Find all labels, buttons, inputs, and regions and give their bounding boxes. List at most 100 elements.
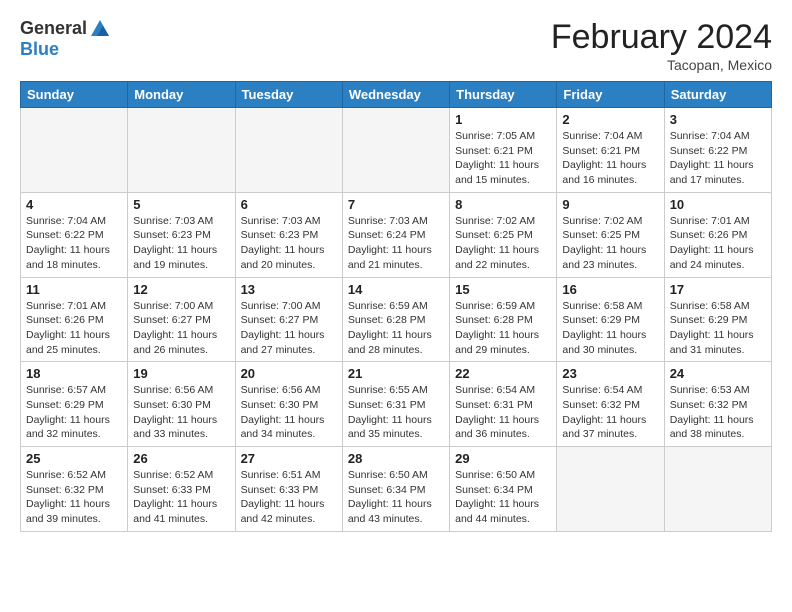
calendar-cell: 6Sunrise: 7:03 AMSunset: 6:23 PMDaylight… (235, 192, 342, 277)
calendar-cell: 19 Sunrise: 6:56 AMSunset: 6:30 PMDayligh… (128, 362, 235, 447)
day-info: Sunrise: 6:53 AMSunset: 6:32 PMDaylight:… (670, 383, 766, 442)
day-number: 22 (455, 366, 551, 381)
calendar-cell: 20 Sunrise: 6:56 AMSunset: 6:30 PMDayligh… (235, 362, 342, 447)
day-info: Sunrise: 7:00 AMSunset: 6:27 PMDaylight:… (133, 299, 229, 358)
header-saturday: Saturday (664, 82, 771, 108)
calendar-cell: 17 Sunrise: 6:58 AMSunset: 6:29 PMDayligh… (664, 277, 771, 362)
day-number: 5 (133, 197, 229, 212)
calendar-cell (342, 108, 449, 193)
calendar-cell: 10Sunrise: 7:01 AMSunset: 6:26 PMDayligh… (664, 192, 771, 277)
day-number: 11 (26, 282, 122, 297)
day-number: 3 (670, 112, 766, 127)
calendar-cell: 5 Sunrise: 7:03 AMSunset: 6:23 PMDaylight… (128, 192, 235, 277)
day-number: 14 (348, 282, 444, 297)
day-info: Sunrise: 6:50 AMSunset: 6:34 PMDaylight:… (348, 468, 444, 527)
weekday-header-row: Sunday Monday Tuesday Wednesday Thursday… (21, 82, 772, 108)
title-block: February 2024 Tacopan, Mexico (551, 18, 772, 73)
day-info: Sunrise: 6:58 AMSunset: 6:29 PMDaylight:… (562, 299, 658, 358)
day-number: 29 (455, 451, 551, 466)
calendar-cell: 1Sunrise: 7:05 AMSunset: 6:21 PMDaylight… (450, 108, 557, 193)
calendar-cell: 14 Sunrise: 6:59 AMSunset: 6:28 PMDayligh… (342, 277, 449, 362)
day-info: Sunrise: 6:57 AMSunset: 6:29 PMDaylight:… (26, 383, 122, 442)
day-number: 24 (670, 366, 766, 381)
day-number: 13 (241, 282, 337, 297)
calendar-cell: 9 Sunrise: 7:02 AMSunset: 6:25 PMDaylight… (557, 192, 664, 277)
logo-icon (89, 18, 111, 40)
day-number: 28 (348, 451, 444, 466)
day-info: Sunrise: 7:01 AMSunset: 6:26 PMDaylight:… (26, 299, 122, 358)
day-info: Sunrise: 6:55 AMSunset: 6:31 PMDaylight:… (348, 383, 444, 442)
calendar-cell: 28 Sunrise: 6:50 AMSunset: 6:34 PMDayligh… (342, 447, 449, 532)
calendar-cell: 12 Sunrise: 7:00 AMSunset: 6:27 PMDayligh… (128, 277, 235, 362)
logo-blue-text: Blue (20, 39, 59, 59)
calendar-cell: 29 Sunrise: 6:50 AMSunset: 6:34 PMDayligh… (450, 447, 557, 532)
day-info: Sunrise: 6:50 AMSunset: 6:34 PMDaylight:… (455, 468, 551, 527)
day-info: Sunrise: 6:51 AMSunset: 6:33 PMDaylight:… (241, 468, 337, 527)
week-row-3: 18 Sunrise: 6:57 AMSunset: 6:29 PMDayligh… (21, 362, 772, 447)
day-number: 2 (562, 112, 658, 127)
day-info: Sunrise: 7:02 AMSunset: 6:25 PMDaylight:… (562, 214, 658, 273)
calendar-cell (21, 108, 128, 193)
month-title: February 2024 (551, 18, 772, 57)
calendar-cell (557, 447, 664, 532)
day-number: 18 (26, 366, 122, 381)
day-number: 12 (133, 282, 229, 297)
day-info: Sunrise: 6:59 AMSunset: 6:28 PMDaylight:… (348, 299, 444, 358)
week-row-0: 1Sunrise: 7:05 AMSunset: 6:21 PMDaylight… (21, 108, 772, 193)
calendar-cell: 4 Sunrise: 7:04 AMSunset: 6:22 PMDaylight… (21, 192, 128, 277)
day-number: 19 (133, 366, 229, 381)
calendar-cell (128, 108, 235, 193)
location: Tacopan, Mexico (551, 57, 772, 73)
calendar-cell: 23Sunrise: 6:54 AMSunset: 6:32 PMDayligh… (557, 362, 664, 447)
day-number: 20 (241, 366, 337, 381)
day-number: 21 (348, 366, 444, 381)
calendar-cell: 7 Sunrise: 7:03 AMSunset: 6:24 PMDaylight… (342, 192, 449, 277)
day-info: Sunrise: 7:01 AMSunset: 6:26 PMDaylight:… (670, 214, 766, 273)
day-number: 27 (241, 451, 337, 466)
day-info: Sunrise: 6:58 AMSunset: 6:29 PMDaylight:… (670, 299, 766, 358)
day-info: Sunrise: 6:52 AMSunset: 6:32 PMDaylight:… (26, 468, 122, 527)
calendar-cell: 13 Sunrise: 7:00 AMSunset: 6:27 PMDayligh… (235, 277, 342, 362)
day-number: 25 (26, 451, 122, 466)
day-number: 9 (562, 197, 658, 212)
calendar: Sunday Monday Tuesday Wednesday Thursday… (20, 81, 772, 532)
calendar-cell: 18 Sunrise: 6:57 AMSunset: 6:29 PMDayligh… (21, 362, 128, 447)
header-friday: Friday (557, 82, 664, 108)
calendar-cell: 15 Sunrise: 6:59 AMSunset: 6:28 PMDayligh… (450, 277, 557, 362)
header-sunday: Sunday (21, 82, 128, 108)
header-monday: Monday (128, 82, 235, 108)
calendar-cell: 25 Sunrise: 6:52 AMSunset: 6:32 PMDayligh… (21, 447, 128, 532)
header-thursday: Thursday (450, 82, 557, 108)
day-number: 7 (348, 197, 444, 212)
week-row-2: 11 Sunrise: 7:01 AMSunset: 6:26 PMDayligh… (21, 277, 772, 362)
day-number: 8 (455, 197, 551, 212)
day-info: Sunrise: 7:04 AMSunset: 6:22 PMDaylight:… (26, 214, 122, 273)
day-number: 15 (455, 282, 551, 297)
day-info: Sunrise: 7:03 AMSunset: 6:24 PMDaylight:… (348, 214, 444, 273)
day-info: Sunrise: 6:54 AMSunset: 6:32 PMDaylight:… (562, 383, 658, 442)
calendar-cell: 16 Sunrise: 6:58 AMSunset: 6:29 PMDayligh… (557, 277, 664, 362)
calendar-cell: 26 Sunrise: 6:52 AMSunset: 6:33 PMDayligh… (128, 447, 235, 532)
calendar-cell: 3Sunrise: 7:04 AMSunset: 6:22 PMDaylight… (664, 108, 771, 193)
day-info: Sunrise: 7:02 AMSunset: 6:25 PMDaylight:… (455, 214, 551, 273)
calendar-cell: 2Sunrise: 7:04 AMSunset: 6:21 PMDaylight… (557, 108, 664, 193)
day-info: Sunrise: 7:00 AMSunset: 6:27 PMDaylight:… (241, 299, 337, 358)
calendar-cell: 22Sunrise: 6:54 AMSunset: 6:31 PMDayligh… (450, 362, 557, 447)
day-number: 4 (26, 197, 122, 212)
page: General Blue February 2024 Tacopan, Mexi… (0, 0, 792, 542)
calendar-cell: 8 Sunrise: 7:02 AMSunset: 6:25 PMDaylight… (450, 192, 557, 277)
header: General Blue February 2024 Tacopan, Mexi… (20, 18, 772, 73)
day-info: Sunrise: 7:05 AMSunset: 6:21 PMDaylight:… (455, 129, 551, 188)
day-info: Sunrise: 6:56 AMSunset: 6:30 PMDaylight:… (133, 383, 229, 442)
day-number: 6 (241, 197, 337, 212)
day-info: Sunrise: 6:56 AMSunset: 6:30 PMDaylight:… (241, 383, 337, 442)
logo: General Blue (20, 18, 111, 60)
header-wednesday: Wednesday (342, 82, 449, 108)
calendar-cell: 11 Sunrise: 7:01 AMSunset: 6:26 PMDayligh… (21, 277, 128, 362)
day-info: Sunrise: 6:52 AMSunset: 6:33 PMDaylight:… (133, 468, 229, 527)
day-info: Sunrise: 6:59 AMSunset: 6:28 PMDaylight:… (455, 299, 551, 358)
day-number: 17 (670, 282, 766, 297)
day-number: 16 (562, 282, 658, 297)
day-info: Sunrise: 7:03 AMSunset: 6:23 PMDaylight:… (133, 214, 229, 273)
day-number: 26 (133, 451, 229, 466)
